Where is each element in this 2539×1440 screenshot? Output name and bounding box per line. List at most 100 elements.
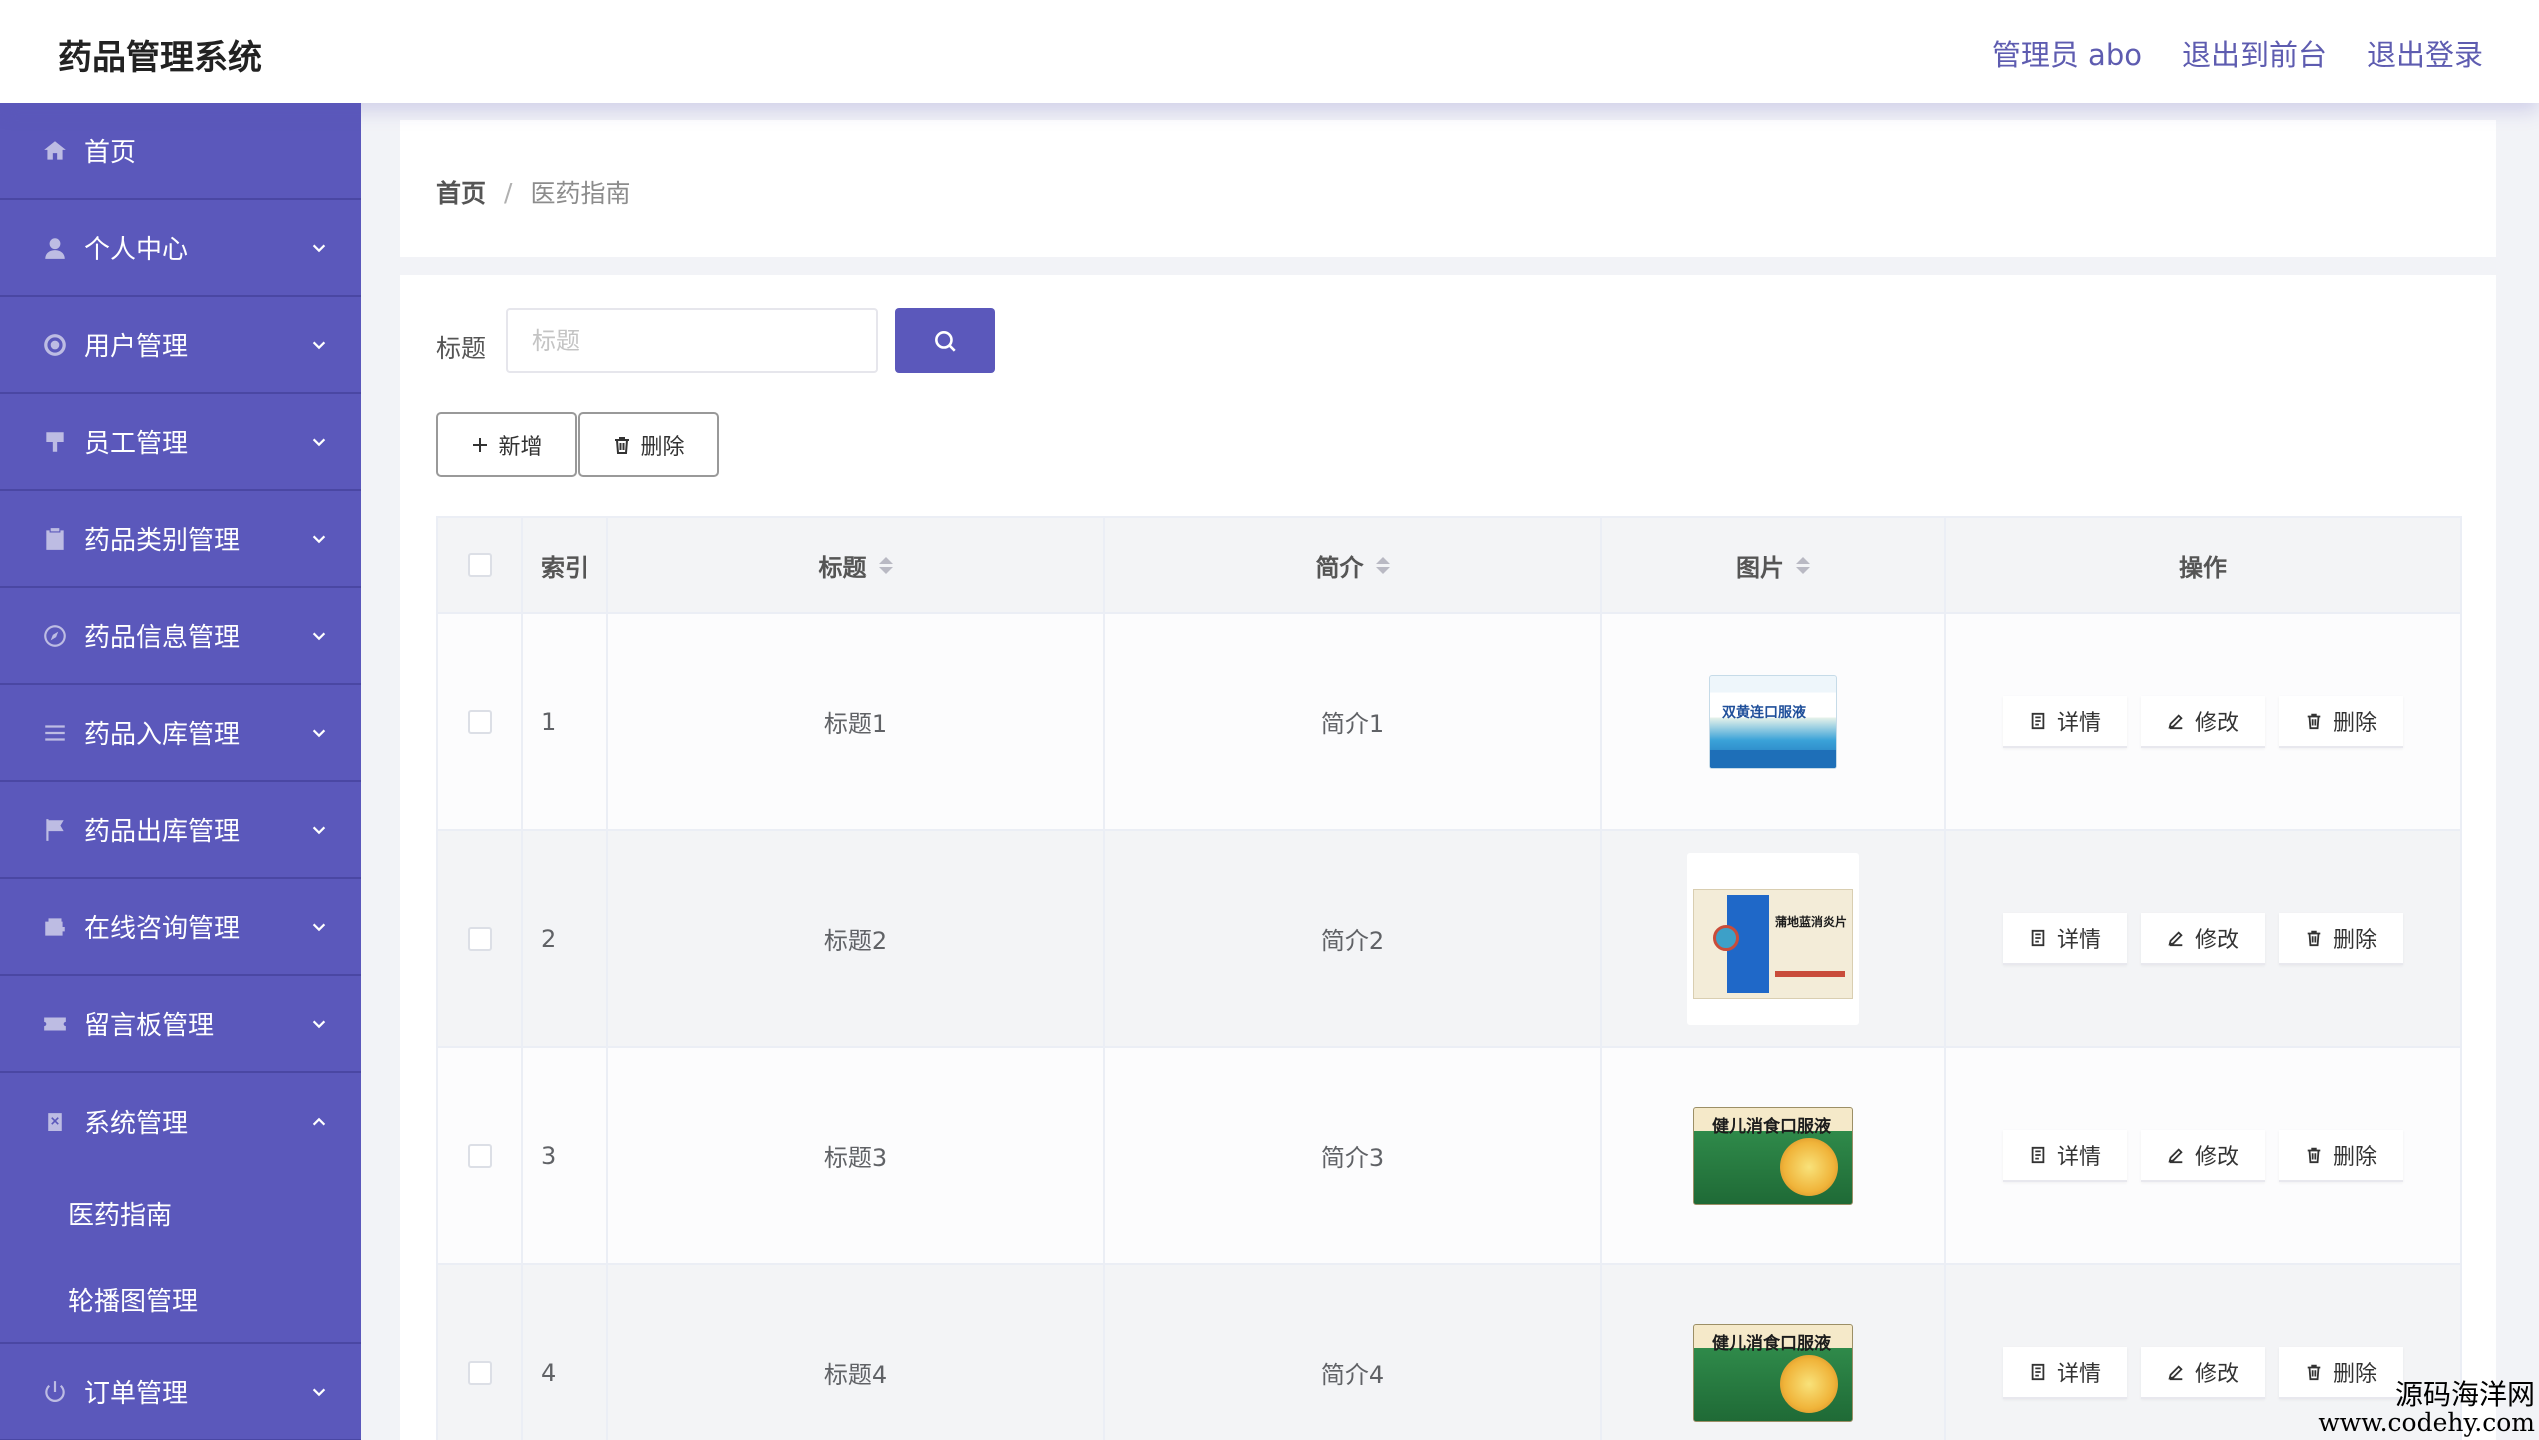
drug-image[interactable]: 健儿消食口服液 [1693, 1106, 1853, 1205]
row-check-cell [438, 831, 523, 1046]
app-title: 药品管理系统 [58, 38, 262, 78]
ticket-icon [40, 1009, 70, 1039]
table-row: 1 标题1 简介1 双黄连口服液 详情 修改 删除 [438, 614, 2460, 831]
sidebar-item-user-management[interactable]: 用户管理 [0, 297, 361, 394]
logout-link[interactable]: 退出登录 [2367, 32, 2483, 74]
watermark-line1: 源码海洋网 [2394, 1378, 2535, 1412]
sidebar-item-label: 药品出库管理 [84, 817, 241, 847]
chevron-down-icon [309, 626, 329, 646]
exit-to-front-link[interactable]: 退出到前台 [2182, 32, 2327, 74]
row-ops: 详情 修改 删除 [1946, 614, 2460, 829]
drug-image[interactable]: 蒲地蓝消炎片 [1687, 852, 1859, 1025]
chevron-down-icon [309, 1014, 329, 1034]
row-index: 2 [523, 831, 608, 1046]
detail-button[interactable]: 详情 [2003, 695, 2127, 748]
chevron-down-icon [309, 820, 329, 840]
list-icon [40, 718, 70, 748]
chevron-down-icon [309, 723, 329, 743]
title-search-input[interactable] [506, 308, 878, 373]
delete-button-label: 删除 [640, 434, 685, 460]
table-row: 4 标题4 简介4 健儿消食口服液 详情 修改 删除 [438, 1265, 2460, 1440]
top-header: 药品管理系统 管理员 abo 退出到前台 退出登录 [0, 0, 2539, 103]
header-title-label: 标题 [818, 553, 867, 582]
sidebar-item-drug-category[interactable]: 药品类别管理 [0, 491, 361, 588]
header-image-label: 图片 [1736, 553, 1784, 582]
sidebar-submenu-system: 医药指南 轮播图管理 [0, 1170, 361, 1344]
row-ops: 详情 修改 删除 [1946, 831, 2460, 1046]
chevron-up-icon [309, 1112, 329, 1132]
clipboard-icon [40, 524, 70, 554]
sidebar-item-label: 系统管理 [84, 1109, 189, 1139]
sidebar-item-drug-outbound[interactable]: 药品出库管理 [0, 782, 361, 879]
sidebar-item-online-consult[interactable]: 在线咨询管理 [0, 879, 361, 976]
add-button[interactable]: 新增 [436, 412, 577, 477]
sort-caret-icon[interactable] [1375, 556, 1390, 574]
breadcrumb-home[interactable]: 首页 [436, 174, 486, 210]
delete-label: 删除 [2332, 927, 2377, 953]
drug-image[interactable]: 健儿消食口服液 [1693, 1323, 1853, 1422]
sidebar-item-personal-center[interactable]: 个人中心 [0, 200, 361, 297]
watermark: 源码海洋网 www.codehy.com [2318, 1380, 2535, 1436]
detail-button[interactable]: 详情 [2003, 1346, 2127, 1399]
sidebar-subitem-carousel[interactable]: 轮播图管理 [0, 1256, 361, 1342]
drug-image[interactable]: 双黄连口服液 [1709, 674, 1837, 769]
header-desc-label: 简介 [1315, 553, 1364, 582]
row-checkbox[interactable] [467, 926, 492, 951]
row-checkbox[interactable] [467, 1143, 492, 1168]
edit-button[interactable]: 修改 [2141, 912, 2265, 965]
header-title[interactable]: 标题 [608, 518, 1105, 612]
detail-button[interactable]: 详情 [2003, 912, 2127, 965]
trash-icon [2307, 713, 2321, 729]
sidebar-item-label: 留言板管理 [84, 1011, 215, 1041]
sort-caret-icon[interactable] [878, 556, 893, 574]
chevron-down-icon [309, 917, 329, 937]
content-card: 标题 新增 删除 索引 标题 简介 图片 [400, 275, 2496, 1440]
plus-icon [473, 437, 488, 452]
add-button-label: 新增 [498, 434, 543, 460]
sidebar-item-drug-inbound[interactable]: 药品入库管理 [0, 685, 361, 782]
row-checkbox[interactable] [467, 709, 492, 734]
delete-label: 删除 [2332, 710, 2377, 736]
delete-button[interactable]: 删除 [2279, 695, 2403, 748]
edit-button[interactable]: 修改 [2141, 695, 2265, 748]
sidebar-item-home[interactable]: 首页 [0, 103, 361, 200]
document-icon [2031, 1363, 2045, 1380]
detail-button[interactable]: 详情 [2003, 1129, 2127, 1182]
sidebar-item-drug-info[interactable]: 药品信息管理 [0, 588, 361, 685]
batch-delete-button[interactable]: 删除 [578, 412, 719, 477]
sidebar-item-order-management[interactable]: 订单管理 [0, 1344, 361, 1440]
row-index: 4 [523, 1265, 608, 1440]
trash-icon [2307, 1147, 2321, 1163]
header-desc[interactable]: 简介 [1105, 518, 1602, 612]
header-image[interactable]: 图片 [1602, 518, 1946, 612]
row-desc: 简介3 [1105, 1048, 1602, 1263]
home-icon [40, 136, 70, 166]
select-all-checkbox[interactable] [467, 553, 492, 577]
delete-button[interactable]: 删除 [2279, 1129, 2403, 1182]
watermark-line2: www.codehy.com [2318, 1407, 2535, 1437]
row-checkbox[interactable] [467, 1360, 492, 1385]
search-button[interactable] [895, 308, 995, 373]
detail-label: 详情 [2056, 1144, 2101, 1170]
row-image-cell: 双黄连口服液 [1602, 614, 1946, 829]
header-index: 索引 [523, 518, 608, 612]
sidebar-subitem-medicine-guide[interactable]: 医药指南 [0, 1170, 361, 1256]
edit-button[interactable]: 修改 [2141, 1346, 2265, 1399]
sidebar-item-system-management[interactable]: 系统管理 [0, 1073, 361, 1170]
trash-icon [615, 436, 630, 454]
trash-icon [2307, 1364, 2321, 1380]
sort-caret-icon[interactable] [1796, 556, 1810, 574]
admin-user-link[interactable]: 管理员 abo [1992, 32, 2142, 74]
header-check-cell [438, 518, 523, 612]
data-table: 索引 标题 简介 图片 操作 1 标题1 简介1 双黄连口服液 详情 修改 删除… [436, 516, 2462, 1440]
search-label: 标题 [436, 334, 487, 363]
search-icon [935, 330, 956, 352]
row-check-cell [438, 1048, 523, 1263]
row-title: 标题2 [608, 831, 1105, 1046]
edit-button[interactable]: 修改 [2141, 1129, 2265, 1182]
sidebar-item-staff-management[interactable]: 员工管理 [0, 394, 361, 491]
sidebar-item-message-board[interactable]: 留言板管理 [0, 976, 361, 1073]
edit-icon [2168, 1147, 2183, 1163]
breadcrumb-current: 医药指南 [530, 179, 631, 208]
delete-button[interactable]: 删除 [2279, 912, 2403, 965]
